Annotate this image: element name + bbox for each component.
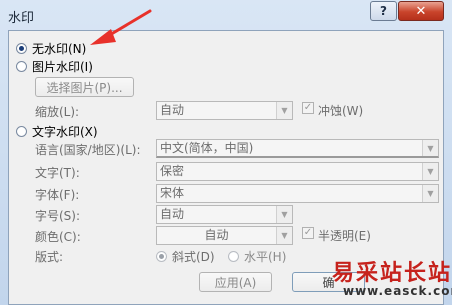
watermark-dialog: 水印 ? ✕ 无水印(N) 图片水印(I) 选择图片(P)... 缩放(L): … bbox=[0, 0, 452, 305]
site-watermark-url: www.easck.com bbox=[343, 284, 452, 298]
site-watermark-text: 易采站长站 bbox=[332, 260, 452, 286]
